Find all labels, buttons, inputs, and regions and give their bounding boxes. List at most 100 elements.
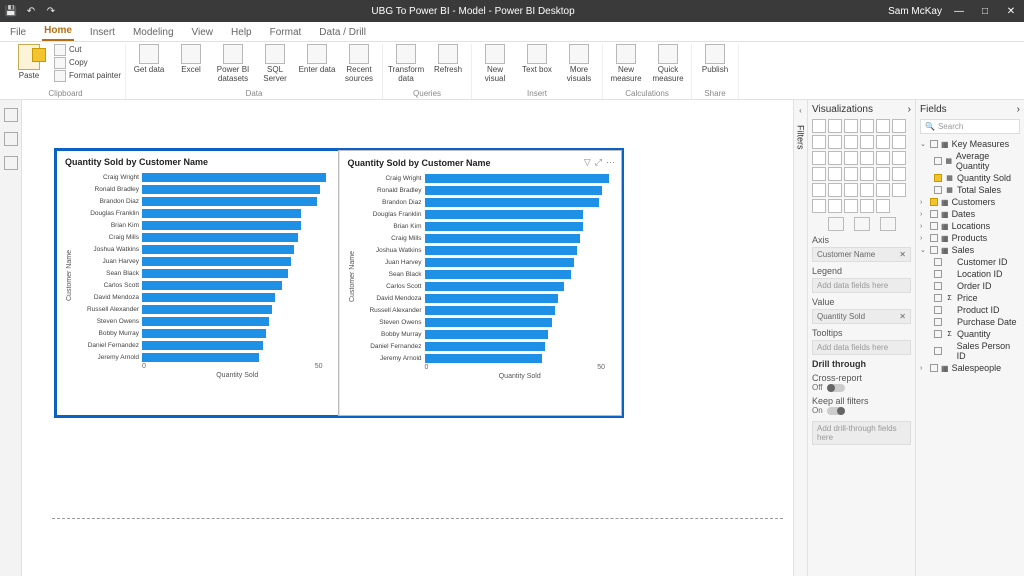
undo-icon[interactable]: ↶ (24, 4, 38, 18)
format-painter-button[interactable]: Format painter (54, 70, 121, 82)
viz-type-icon[interactable] (876, 135, 890, 149)
table-products[interactable]: ›▦Products (920, 232, 1020, 244)
bar-chart-visual-1[interactable]: Quantity Sold by Customer NameCustomer N… (57, 151, 339, 415)
visual-type-gallery[interactable] (812, 119, 911, 213)
viz-type-icon[interactable] (828, 167, 842, 181)
tooltips-well[interactable]: Add data fields here (812, 340, 911, 355)
field-order-id[interactable]: Order ID (920, 280, 1020, 292)
legend-well[interactable]: Add data fields here (812, 278, 911, 293)
chevron-left-icon[interactable]: ‹ (799, 106, 802, 115)
quick-measure-button[interactable]: Quick measure (649, 44, 687, 84)
viz-type-icon[interactable] (812, 119, 826, 133)
viz-type-icon[interactable] (812, 167, 826, 181)
measure-average-quantity[interactable]: ▦Average Quantity (920, 150, 1020, 172)
report-canvas[interactable]: Quantity Sold by Customer NameCustomer N… (22, 100, 793, 576)
table-sales[interactable]: ⌄▦Sales (920, 244, 1020, 256)
data-view-icon[interactable] (4, 132, 18, 146)
report-view-icon[interactable] (4, 108, 18, 122)
viz-type-icon[interactable] (860, 199, 874, 213)
new-measure-button[interactable]: New measure (607, 44, 645, 84)
viz-type-icon[interactable] (876, 167, 890, 181)
save-icon[interactable]: 💾 (4, 4, 18, 18)
tab-insert[interactable]: Insert (88, 24, 117, 41)
viz-type-icon[interactable] (892, 167, 906, 181)
viz-type-icon[interactable] (876, 199, 890, 213)
viz-type-icon[interactable] (892, 151, 906, 165)
maximize-icon[interactable]: □ (976, 6, 994, 17)
table-locations[interactable]: ›▦Locations (920, 220, 1020, 232)
visual-selection[interactable]: Quantity Sold by Customer NameCustomer N… (54, 148, 624, 418)
viz-type-icon[interactable] (844, 167, 858, 181)
tab-help[interactable]: Help (229, 24, 254, 41)
measure-total-sales[interactable]: ▦Total Sales (920, 184, 1020, 196)
tab-home[interactable]: Home (42, 22, 74, 41)
more-visuals-button[interactable]: More visuals (560, 44, 598, 84)
recent-sources-button[interactable]: Recent sources (340, 44, 378, 84)
value-well[interactable]: Quantity Sold✕ (812, 309, 911, 324)
viz-type-icon[interactable] (828, 199, 842, 213)
sql-server-button[interactable]: SQL Server (256, 44, 294, 84)
table-dates[interactable]: ›▦Dates (920, 208, 1020, 220)
viz-type-icon[interactable] (844, 151, 858, 165)
refresh-button[interactable]: Refresh (429, 44, 467, 75)
format-tab-icon[interactable] (854, 217, 870, 231)
viz-type-icon[interactable] (876, 151, 890, 165)
excel-button[interactable]: Excel (172, 44, 210, 75)
viz-type-icon[interactable] (812, 151, 826, 165)
viz-type-icon[interactable] (812, 199, 826, 213)
chevron-right-icon[interactable]: › (1017, 104, 1020, 115)
fields-search-input[interactable]: 🔍Search (920, 119, 1020, 134)
viz-type-icon[interactable] (860, 167, 874, 181)
viz-type-icon[interactable] (876, 183, 890, 197)
field-product-id[interactable]: Product ID (920, 304, 1020, 316)
focus-icon[interactable]: ⤢ (595, 157, 602, 168)
cut-button[interactable]: Cut (54, 44, 121, 56)
get-data-button[interactable]: Get data (130, 44, 168, 75)
table-key-measures[interactable]: ⌄▦Key Measures (920, 138, 1020, 150)
viz-type-icon[interactable] (892, 119, 906, 133)
tab-modeling[interactable]: Modeling (131, 24, 176, 41)
power-bi-datasets-button[interactable]: Power BI datasets (214, 44, 252, 84)
viz-type-icon[interactable] (828, 183, 842, 197)
field-customer-id[interactable]: Customer ID (920, 256, 1020, 268)
chevron-right-icon[interactable]: › (908, 104, 911, 115)
field-sales-person-id[interactable]: Sales Person ID (920, 340, 1020, 362)
viz-type-icon[interactable] (828, 119, 842, 133)
viz-type-icon[interactable] (812, 135, 826, 149)
table-salespeople[interactable]: ›▦Salespeople (920, 362, 1020, 374)
more-icon[interactable]: ⋯ (606, 157, 615, 168)
text-box-button[interactable]: Text box (518, 44, 556, 75)
viz-type-icon[interactable] (892, 135, 906, 149)
cross-report-toggle[interactable]: Off (812, 383, 911, 392)
viz-type-icon[interactable] (828, 135, 842, 149)
filter-icon[interactable]: ▽ (584, 157, 591, 168)
bar-chart-visual-2[interactable]: Quantity Sold by Customer Name▽⤢⋯Custome… (339, 151, 622, 415)
transform-data-button[interactable]: Transform data (387, 44, 425, 84)
viz-type-icon[interactable] (844, 135, 858, 149)
tab-format[interactable]: Format (268, 24, 304, 41)
viz-type-icon[interactable] (844, 199, 858, 213)
table-customers[interactable]: ›▦Customers (920, 196, 1020, 208)
viz-type-icon[interactable] (876, 119, 890, 133)
viz-type-icon[interactable] (860, 135, 874, 149)
viz-type-icon[interactable] (860, 119, 874, 133)
viz-type-icon[interactable] (892, 183, 906, 197)
publish-button[interactable]: Publish (696, 44, 734, 75)
filters-collapsed-pane[interactable]: ‹ Filters (794, 100, 808, 576)
axis-well[interactable]: Customer Name✕ (812, 247, 911, 262)
tab-file[interactable]: File (8, 24, 28, 41)
field-quantity[interactable]: ΣQuantity (920, 328, 1020, 340)
field-price[interactable]: ΣPrice (920, 292, 1020, 304)
redo-icon[interactable]: ↷ (44, 4, 58, 18)
tab-data-drill[interactable]: Data / Drill (317, 24, 368, 41)
viz-type-icon[interactable] (828, 151, 842, 165)
field-location-id[interactable]: Location ID (920, 268, 1020, 280)
user-name[interactable]: Sam McKay (888, 6, 942, 17)
viz-type-icon[interactable] (844, 183, 858, 197)
model-view-icon[interactable] (4, 156, 18, 170)
tab-view[interactable]: View (190, 24, 216, 41)
minimize-icon[interactable]: — (950, 6, 968, 17)
drill-well[interactable]: Add drill-through fields here (812, 421, 911, 445)
keep-filters-toggle[interactable]: On (812, 406, 911, 415)
viz-type-icon[interactable] (844, 119, 858, 133)
